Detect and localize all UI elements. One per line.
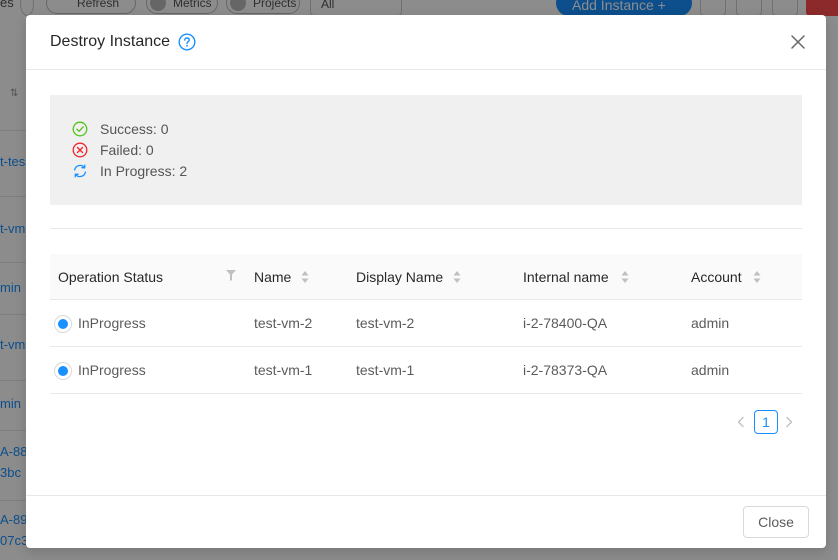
status-dot-icon <box>54 362 72 380</box>
cell-display-name: test-vm-2 <box>356 315 415 331</box>
cell-operation-status: InProgress <box>78 315 146 331</box>
sort-icon[interactable] <box>301 270 309 284</box>
cell-internal-name: i-2-78400-QA <box>523 315 608 331</box>
modal-title: Destroy Instance <box>50 33 171 50</box>
summary-in-progress: In Progress: 2 <box>72 161 187 181</box>
summary-success: Success: 0 <box>72 119 168 139</box>
modal-header: Destroy Instance <box>26 15 826 70</box>
sort-icon[interactable] <box>621 270 629 284</box>
close-button[interactable]: Close <box>743 506 809 538</box>
close-circle-icon <box>72 142 88 158</box>
column-header-internal-name[interactable]: Internal name <box>523 254 609 300</box>
cell-display-name: test-vm-1 <box>356 362 415 378</box>
check-circle-icon <box>72 121 88 137</box>
modal-footer: Close <box>26 495 826 548</box>
cell-account: admin <box>691 315 730 331</box>
summary-failed-text: Failed: 0 <box>100 142 154 158</box>
summary-success-text: Success: 0 <box>100 121 169 137</box>
sort-icon[interactable] <box>753 270 761 284</box>
column-header-account[interactable]: Account <box>691 254 742 300</box>
question-circle-icon[interactable] <box>178 33 196 51</box>
cell-account: admin <box>691 362 730 378</box>
sync-icon <box>73 164 87 178</box>
chevron-right-icon[interactable] <box>782 415 796 429</box>
divider <box>50 228 802 229</box>
close-icon[interactable] <box>790 34 806 50</box>
cell-operation-status: InProgress <box>78 362 146 378</box>
table-header: Operation Status Name Display Name Inter… <box>50 254 802 300</box>
table-row: InProgress test-vm-1 test-vm-1 i-2-78373… <box>50 347 802 394</box>
operations-table: Operation Status Name Display Name Inter… <box>50 254 802 394</box>
table-row: InProgress test-vm-2 test-vm-2 i-2-78400… <box>50 300 802 347</box>
column-header-name[interactable]: Name <box>254 254 291 300</box>
cell-internal-name: i-2-78373-QA <box>523 362 608 378</box>
filter-icon[interactable] <box>226 270 236 281</box>
status-dot-icon <box>54 315 72 333</box>
sort-icon[interactable] <box>453 270 461 284</box>
chevron-left-icon[interactable] <box>734 415 748 429</box>
column-header-display-name[interactable]: Display Name <box>356 254 443 300</box>
cell-name: test-vm-1 <box>254 362 313 378</box>
summary-in-progress-text: In Progress: 2 <box>100 163 188 179</box>
destroy-instance-modal: Destroy Instance Success: 0 Failed: 0 In… <box>26 15 826 548</box>
cell-name: test-vm-2 <box>254 315 313 331</box>
operation-summary: Success: 0 Failed: 0 In Progress: 2 <box>50 95 802 205</box>
pagination-page[interactable]: 1 <box>754 410 778 434</box>
summary-failed: Failed: 0 <box>72 140 154 160</box>
column-header-operation-status: Operation Status <box>58 269 164 285</box>
